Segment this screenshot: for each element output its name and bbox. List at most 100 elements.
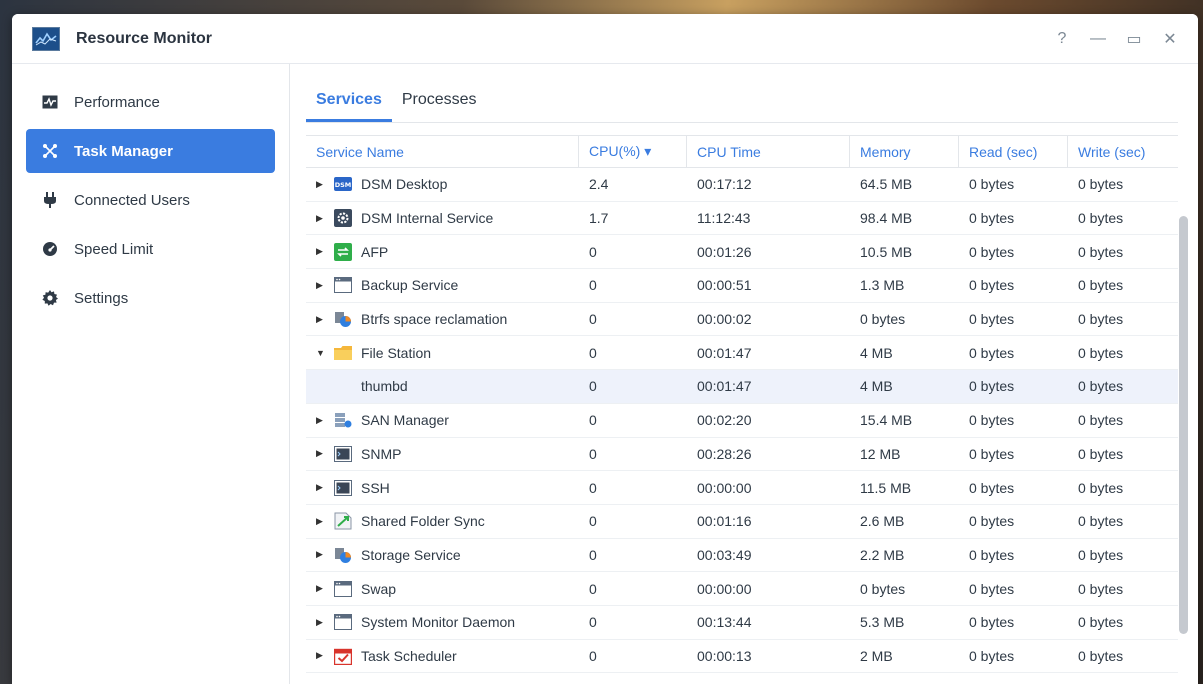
column-header-cpu-percent[interactable]: CPU(%) ▾ [579,136,687,167]
table-row[interactable]: ▶ AFP 0 00:01:26 10.5 MB 0 bytes 0 bytes [306,235,1178,270]
service-name: DSM Desktop [361,176,448,193]
resource-monitor-app-icon [32,26,60,51]
write-cell: 0 bytes [1078,311,1124,328]
sidebar-item-label: Speed Limit [74,240,154,258]
sidebar-item-settings[interactable]: Settings [26,276,275,320]
expand-caret-icon[interactable]: ▶ [316,213,330,224]
service-name-cell: ▶ DSM DSM Desktop [306,175,579,193]
write-cell: 0 bytes [1078,479,1124,496]
read-cell: 0 bytes [969,445,1015,462]
column-header-memory[interactable]: Memory [850,136,959,167]
active-tab-indicator [306,119,392,122]
column-header-write[interactable]: Write (sec) [1068,136,1178,167]
expand-caret-icon[interactable]: ▶ [316,314,330,325]
write-cell: 0 bytes [1078,445,1124,462]
table-row[interactable]: ▼ File Station 0 00:01:47 4 MB 0 bytes 0 bytes [306,336,1178,371]
write-cell: 0 bytes [1078,344,1124,361]
read-cell: 0 bytes [969,614,1015,631]
service-name-cell: ▶ Storage Service [306,546,579,564]
read-cell: 0 bytes [969,479,1015,496]
memory-cell: 4 MB [860,344,893,361]
resource-monitor-window: Resource Monitor ? — ▭ ✕ Performance Tas… [12,14,1198,684]
cpu-percent-cell: 0 [589,378,597,395]
minimize-icon[interactable]: — [1080,24,1116,54]
expand-caret-icon[interactable]: ▶ [316,280,330,291]
sidebar-item-connected-users[interactable]: Connected Users [26,178,275,222]
maximize-icon[interactable]: ▭ [1116,24,1152,54]
column-header-read[interactable]: Read (sec) [959,136,1068,167]
sidebar-item-speed-limit[interactable]: Speed Limit [26,227,275,271]
service-name-cell: ▶ SSH [306,479,579,497]
cpu-time-cell: 00:00:02 [697,311,752,328]
cpu-time-cell: 00:01:47 [697,344,752,361]
table-row[interactable]: ▶ System Monitor Daemon 0 00:13:44 5.3 MB 0 b… [306,606,1178,640]
collapse-caret-icon[interactable]: ▼ [316,348,330,358]
table-row[interactable]: ▶ DSM Internal Service 1.7 11:12:43 98.4 MB 0… [306,202,1178,236]
table-row[interactable]: ▶ Backup Service 0 00:00:51 1.3 MB 0 bytes 0 b… [306,269,1178,303]
read-cell: 0 bytes [969,243,1015,260]
tab-processes[interactable]: Processes [402,91,477,119]
table-row[interactable]: ▶ SNMP 0 00:28:26 12 MB 0 bytes 0 bytes [306,438,1178,472]
table-row[interactable]: ▶ Btrfs space reclamation 0 00:00:02 0 bytes… [306,303,1178,337]
table-row[interactable]: thumbd 0 00:01:47 4 MB 0 bytes 0 bytes [306,370,1178,404]
cpu-percent-cell: 0 [589,479,597,496]
write-cell: 0 bytes [1078,277,1124,294]
table-row[interactable]: ▶ Swap 0 00:00:00 0 bytes 0 bytes 0 bytes [306,572,1178,606]
sidebar-item-performance[interactable]: Performance [26,80,275,124]
cpu-percent-cell: 0 [589,344,597,361]
column-header-service-name[interactable]: Service Name [306,136,579,167]
read-cell: 0 bytes [969,412,1015,429]
cpu-time-cell: 00:00:00 [697,479,752,496]
table-row[interactable]: ▶ Task Scheduler 0 00:00:13 2 MB 0 bytes 0 byt… [306,640,1178,674]
close-icon[interactable]: ✕ [1152,24,1188,54]
read-cell: 0 bytes [969,647,1015,664]
service-name: System Monitor Daemon [361,614,516,631]
expand-caret-icon[interactable]: ▶ [316,583,330,594]
gear-icon [42,290,58,306]
table-row[interactable]: ▶ SSH 0 00:00:00 11.5 MB 0 bytes 0 bytes [306,471,1178,505]
expand-caret-icon[interactable]: ▶ [316,516,330,527]
plug-icon [42,192,58,208]
memory-cell: 10.5 MB [860,243,913,260]
expand-caret-icon[interactable]: ▶ [316,246,330,257]
cpu-percent-cell: 0 [589,513,597,530]
expand-caret-icon[interactable]: ▶ [316,482,330,493]
table-scrollbar[interactable] [1179,216,1188,634]
cpu-percent-cell: 0 [589,546,597,563]
cpu-time-cell: 00:00:13 [697,647,752,664]
terminal-icon [334,445,352,463]
sidebar-item-task-manager[interactable]: Task Manager [26,129,275,173]
write-cell: 0 bytes [1078,412,1124,429]
table-row[interactable]: ▶ SAN Manager 0 00:02:20 15.4 MB 0 bytes 0 byt… [306,404,1178,438]
service-name: SNMP [361,445,402,462]
sidebar-item-label: Task Manager [74,142,173,160]
read-cell: 0 bytes [969,311,1015,328]
service-name: Backup Service [361,277,459,294]
memory-cell: 0 bytes [860,580,906,597]
window-icon [334,276,352,294]
performance-icon [42,94,58,110]
read-cell: 0 bytes [969,176,1015,193]
tab-services[interactable]: Services [316,91,382,119]
expand-caret-icon[interactable]: ▶ [316,179,330,190]
expand-caret-icon[interactable]: ▶ [316,448,330,459]
read-cell: 0 bytes [969,546,1015,563]
cpu-time-cell: 00:17:12 [697,176,752,193]
service-name-cell: ▶ AFP [306,242,579,261]
expand-caret-icon[interactable]: ▶ [316,650,330,661]
table-row[interactable]: ▶ Shared Folder Sync 0 00:01:16 2.6 MB 0 byte… [306,505,1178,539]
expand-caret-icon[interactable]: ▶ [316,617,330,628]
table-row[interactable]: ▶ Storage Service 0 00:03:49 2.2 MB 0 bytes 0 … [306,539,1178,573]
service-name: Btrfs space reclamation [361,311,508,328]
memory-cell: 2.2 MB [860,546,905,563]
memory-cell: 11.5 MB [860,479,912,496]
table-header: Service Name CPU(%) ▾ CPU Time Memory Re… [306,135,1178,168]
column-header-cpu-time[interactable]: CPU Time [687,136,850,167]
table-row[interactable]: ▶ DSM DSM Desktop 2.4 00:17:12 64.5 MB 0 bytes… [306,168,1178,202]
help-icon[interactable]: ? [1044,24,1080,54]
expand-caret-icon[interactable]: ▶ [316,415,330,426]
expand-caret-icon[interactable]: ▶ [316,549,330,560]
read-cell: 0 bytes [969,344,1015,361]
service-name: Shared Folder Sync [361,513,485,530]
cpu-percent-cell: 0 [589,277,597,294]
